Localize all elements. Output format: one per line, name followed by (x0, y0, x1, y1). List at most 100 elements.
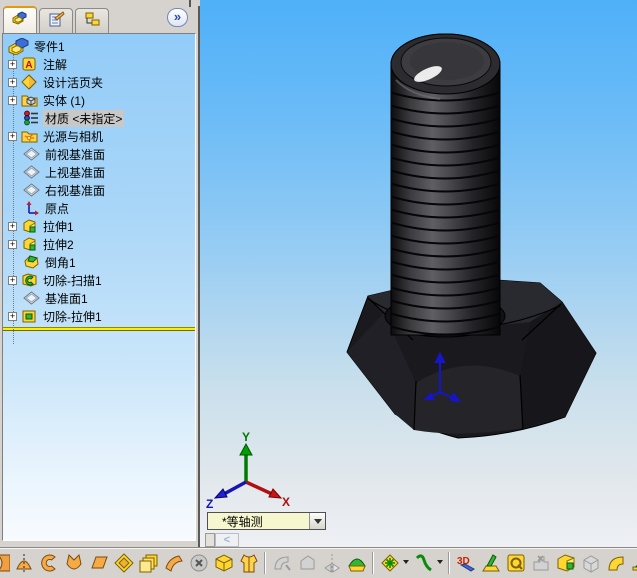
view-orientation-combo[interactable]: *等轴测 (207, 512, 326, 530)
tree-row-label: 上视基准面 (45, 165, 106, 180)
solid-bodies-folder-icon (21, 92, 38, 108)
featuremanager-tab[interactable] (3, 6, 37, 33)
plane-icon (23, 290, 40, 306)
extrude-boss-icon[interactable] (554, 551, 578, 575)
plane-icon (23, 182, 40, 198)
plane-icon (23, 164, 40, 180)
tree-row-extrude1[interactable]: + 拉伸1 (3, 217, 195, 235)
configurationmanager-tab[interactable] (75, 8, 109, 33)
tree-row-label: 前视基准面 (45, 147, 106, 162)
expand-plus-icon[interactable]: + (8, 59, 17, 69)
combo-dropdown-button[interactable] (309, 513, 325, 529)
tree-row-design-binder[interactable]: + 设计活页夹 (3, 73, 195, 91)
tree-row-label: 材质 <未指定> (43, 109, 125, 127)
rollback-bar[interactable] (3, 327, 195, 331)
tree-row-material[interactable]: 材质 <未指定> (3, 109, 195, 127)
mirror-disabled-icon[interactable] (320, 551, 344, 575)
manager-tab-strip (3, 6, 111, 33)
3d-sketch-icon[interactable]: 3D (454, 551, 478, 575)
tree-row-part[interactable]: 零件1 (3, 36, 195, 56)
toolbar-separator (264, 552, 266, 574)
features-toolbar: 3D (0, 547, 637, 578)
splitter-grip[interactable] (205, 533, 215, 547)
linear-pattern-icon[interactable] (137, 551, 161, 575)
configurationmanager-icon (83, 11, 101, 32)
extrude-icon (21, 218, 38, 234)
partial-edge-icon[interactable] (0, 551, 11, 575)
fillet-icon[interactable] (604, 551, 628, 575)
triad-z-label: Z (206, 497, 213, 511)
plane-icon (23, 146, 40, 162)
tree-row-cut-extrude1[interactable]: + 切除-拉伸1 (3, 307, 195, 325)
shell-disabled-icon[interactable] (579, 551, 603, 575)
derived-part-icon[interactable] (504, 551, 528, 575)
tree-row-origin[interactable]: 原点 (3, 199, 195, 217)
chamfer-disabled-icon[interactable] (295, 551, 319, 575)
dropdown-arrow-icon[interactable] (437, 560, 443, 567)
expand-plus-icon[interactable]: + (8, 131, 17, 141)
tree-row-label: 光源与相机 (43, 129, 104, 144)
wrap-icon[interactable] (212, 551, 236, 575)
featuremanager-icon (11, 10, 29, 31)
panel-collapse-button[interactable]: » (167, 8, 188, 27)
tree-row-solid-bodies[interactable]: + 实体 (1) (3, 91, 195, 109)
expand-plus-icon[interactable]: + (8, 275, 17, 285)
draft-icon[interactable] (629, 551, 637, 575)
pane-splitter[interactable]: < (205, 533, 239, 547)
dropdown-arrow-icon[interactable] (403, 560, 409, 567)
sphere-disabled-icon[interactable] (187, 551, 211, 575)
boundary-boss-icon[interactable] (87, 551, 111, 575)
tree-row-front-plane[interactable]: 前视基准面 (3, 145, 195, 163)
scroll-left-icon[interactable]: < (215, 533, 239, 547)
cut-extrude-icon (21, 308, 38, 324)
sweep-icon[interactable] (37, 551, 61, 575)
triad-y-label: Y (242, 430, 250, 444)
tree-row-top-plane[interactable]: 上视基准面 (3, 163, 195, 181)
chevron-down-icon (313, 518, 322, 528)
solidworks-window: » 零件1 + A 注解 + 设计活页夹 + 实体 (1) 材质 <未指定> +… (0, 0, 637, 578)
graphics-viewport[interactable]: Y X Z *等轴测 < (200, 0, 637, 547)
expand-plus-icon[interactable]: + (8, 221, 17, 231)
lights-cameras-folder-icon (21, 128, 38, 144)
revolve-boss-icon[interactable] (12, 551, 36, 575)
loft-icon[interactable] (62, 551, 86, 575)
expand-plus-icon[interactable]: + (8, 239, 17, 249)
fillet-disabled-icon[interactable] (270, 551, 294, 575)
reference-point-icon[interactable] (378, 551, 409, 575)
dome-icon[interactable] (345, 551, 369, 575)
extrude-icon (21, 236, 38, 252)
tree-row-label: 切除-扫描1 (43, 273, 102, 288)
material-icon (23, 110, 40, 126)
tree-row-label: 拉伸1 (43, 219, 74, 234)
tree-row-label: 实体 (1) (43, 93, 86, 108)
flex-icon[interactable] (162, 551, 186, 575)
expand-plus-icon[interactable]: + (8, 311, 17, 321)
triad-x-label: X (282, 495, 290, 509)
feature-manager-panel: » 零件1 + A 注解 + 设计活页夹 + 实体 (1) 材质 <未指定> +… (0, 0, 200, 547)
rib-vest-icon[interactable] (237, 551, 261, 575)
tree-row-label: 倒角1 (45, 255, 76, 270)
tree-row-lights-cameras[interactable]: + 光源与相机 (3, 127, 195, 145)
tree-row-label: 基准面1 (45, 291, 88, 306)
disabled-feature-icon[interactable] (529, 551, 553, 575)
tree-row-label: 设计活页夹 (43, 75, 104, 90)
design-binder-icon (21, 74, 38, 90)
curve-icon[interactable] (412, 551, 443, 575)
tree-row-extrude2[interactable]: + 拉伸2 (3, 235, 195, 253)
tree-row-plane1[interactable]: 基准面1 (3, 289, 195, 307)
propertymanager-tab[interactable] (39, 8, 73, 33)
propertymanager-icon (47, 10, 65, 32)
expand-plus-icon[interactable]: + (8, 77, 17, 87)
expand-plus-icon[interactable]: + (8, 95, 17, 105)
tree-row-chamfer1[interactable]: 倒角1 (3, 253, 195, 271)
tree-row-right-plane[interactable]: 右视基准面 (3, 181, 195, 199)
extruded-surface-icon[interactable] (112, 551, 136, 575)
bolt-model[interactable]: Y X Z (200, 0, 637, 547)
threaded-shaft[interactable] (389, 33, 502, 336)
tree-row-label: 零件1 (34, 39, 65, 54)
tree-row-cut-sweep1[interactable]: + 切除-扫描1 (3, 271, 195, 289)
sketch-driven-icon[interactable] (479, 551, 503, 575)
tree-row-annotations[interactable]: + A 注解 (3, 55, 195, 73)
svg-text:A: A (25, 60, 32, 71)
chamfer-icon (23, 254, 40, 270)
